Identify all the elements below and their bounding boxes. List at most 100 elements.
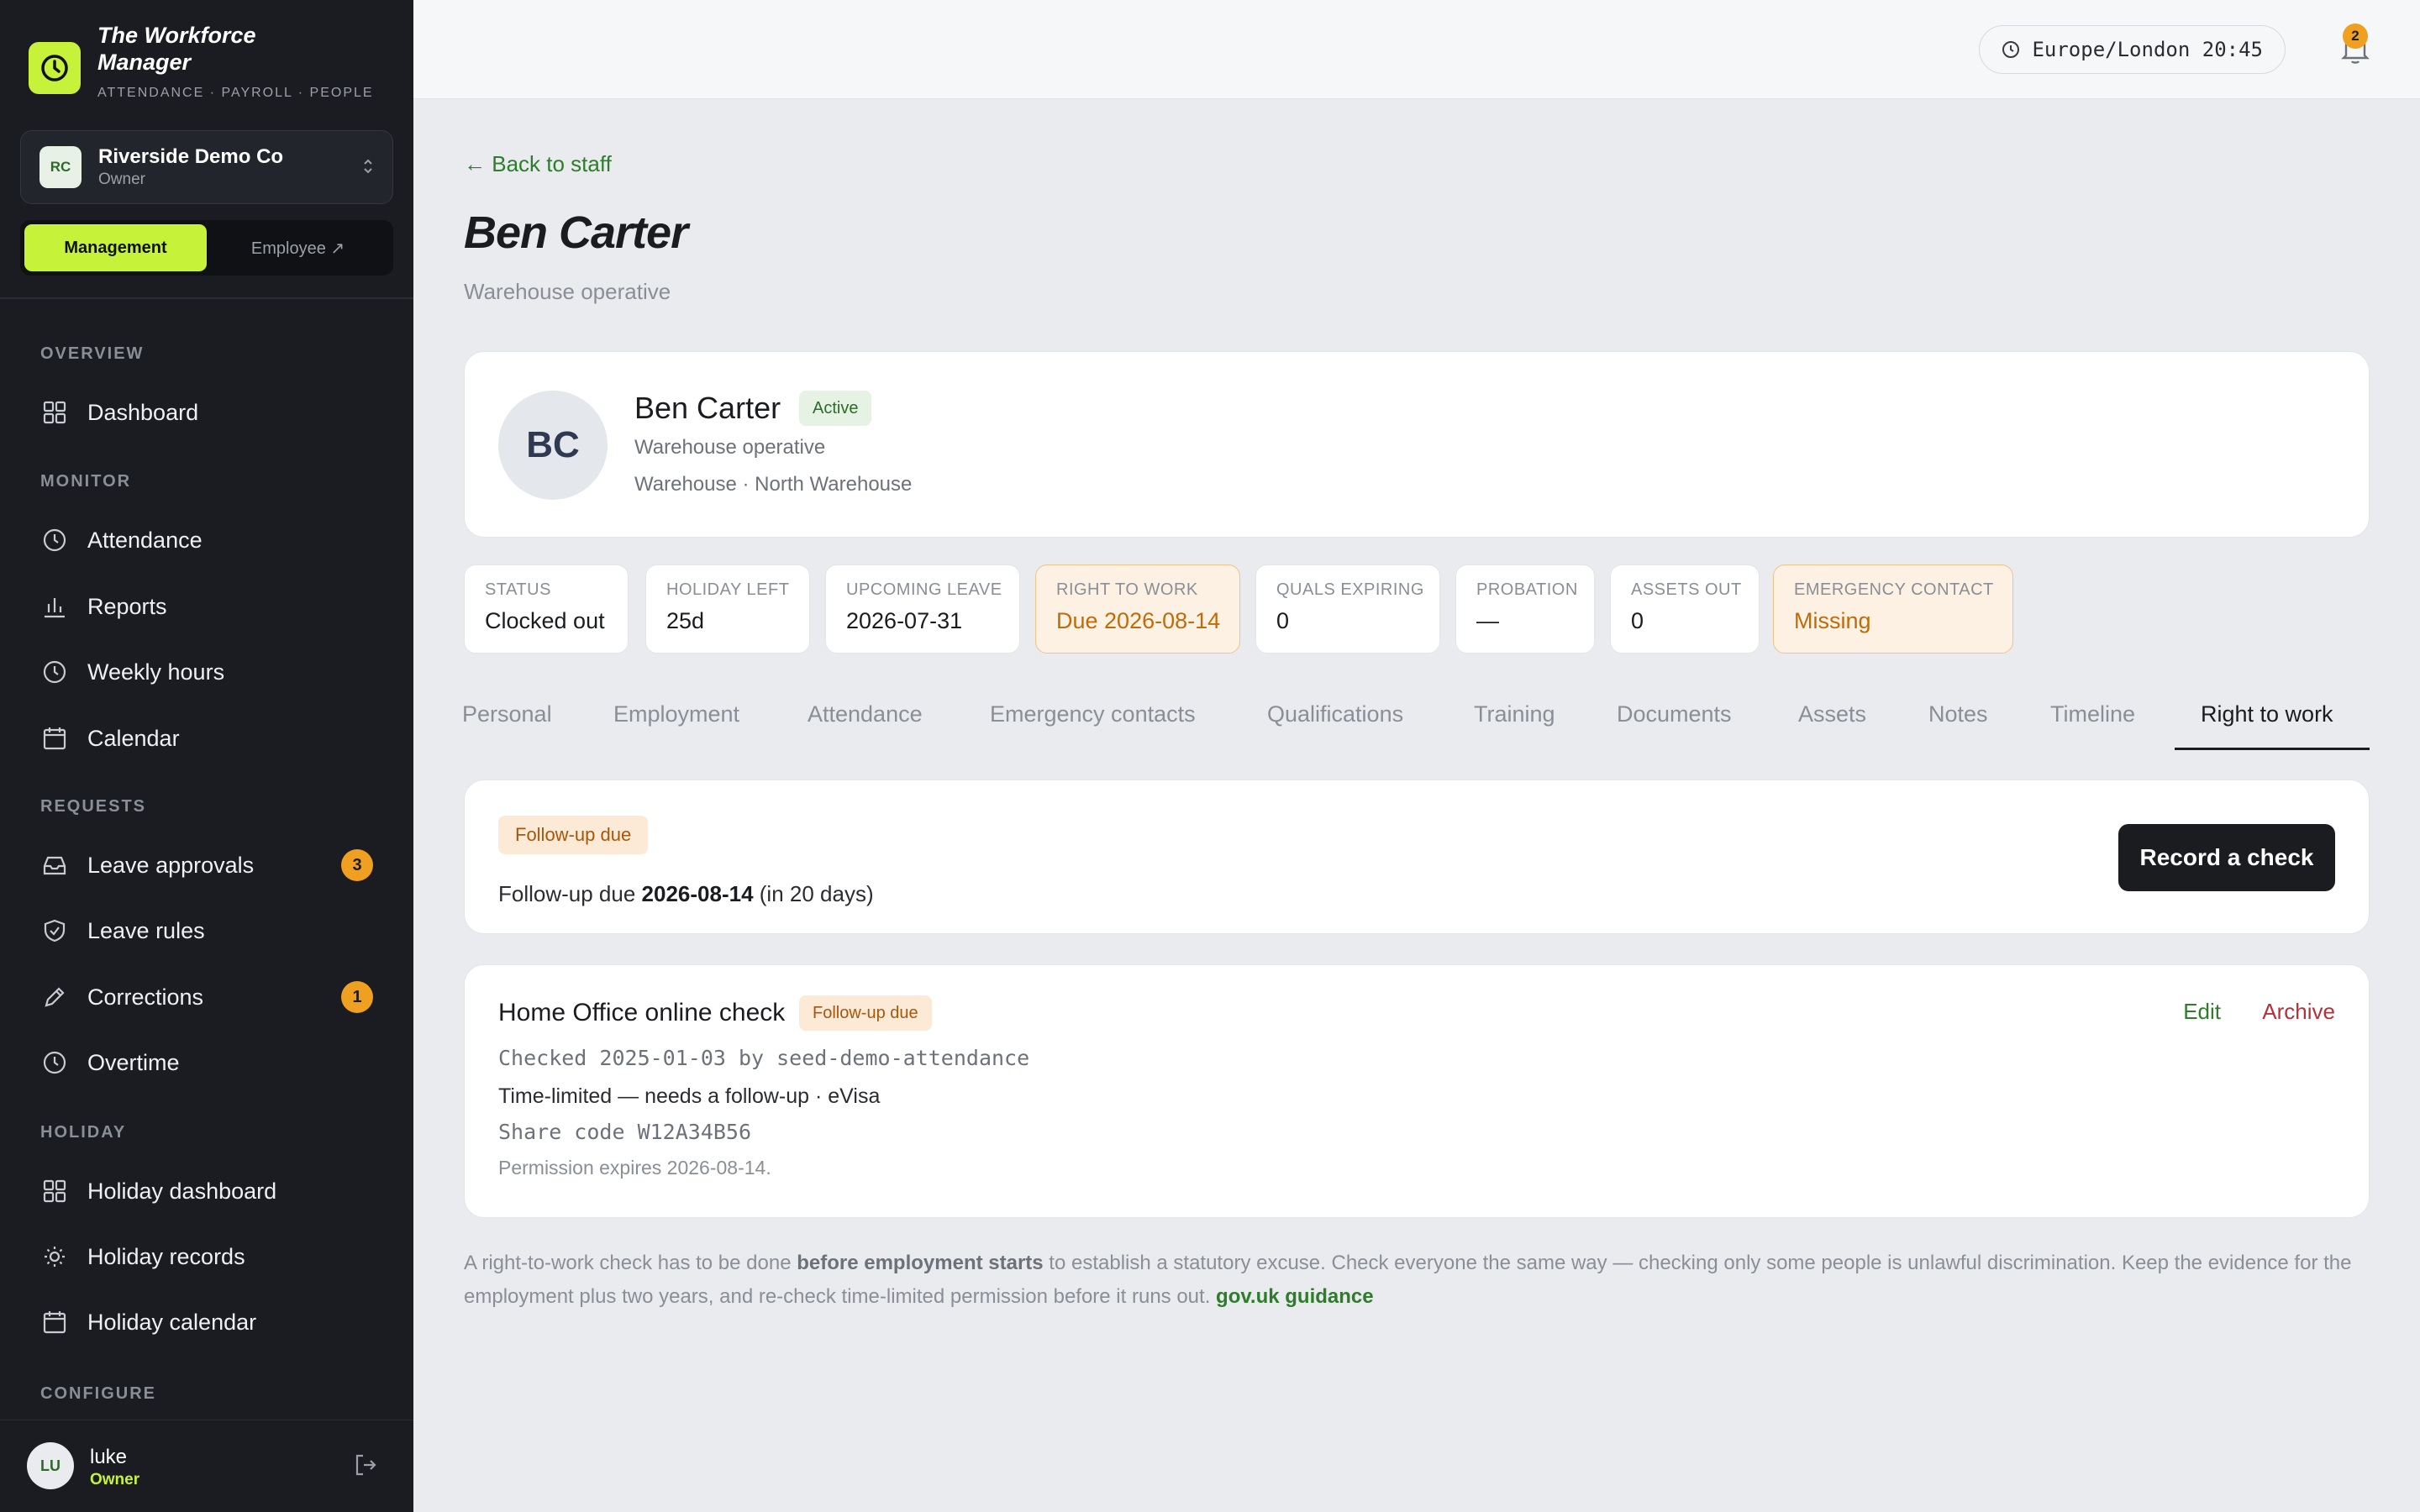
- tab-employment[interactable]: Employment: [613, 694, 739, 749]
- bar-chart-icon: [40, 592, 69, 621]
- clock-icon: [40, 1048, 69, 1077]
- followup-card: Follow-up due Follow-up due 2026-08-14 (…: [464, 780, 2370, 934]
- logout-icon[interactable]: [353, 1452, 378, 1482]
- page-subtitle: Warehouse operative: [464, 279, 671, 304]
- followup-text: Follow-up due 2026-08-14 (in 20 days): [498, 881, 874, 907]
- nav-overtime[interactable]: Overtime: [20, 1035, 393, 1090]
- stat-upcoming-leave: UPCOMING LEAVE 2026-07-31: [825, 564, 1020, 654]
- tab-training[interactable]: Training: [1474, 694, 1555, 749]
- nav-label: Corrections: [87, 984, 204, 1010]
- count-badge: 1: [341, 981, 373, 1013]
- grid-icon: [40, 1177, 69, 1205]
- nav-holiday-records[interactable]: Holiday records: [20, 1229, 393, 1284]
- nav-label: Weekly hours: [87, 659, 225, 685]
- stat-value: Clocked out: [485, 608, 605, 633]
- status-badge: Active: [799, 391, 872, 426]
- nav-corrections[interactable]: Corrections 1: [20, 969, 393, 1025]
- divider: [0, 297, 413, 299]
- profile-role: Warehouse operative: [634, 436, 826, 459]
- org-switcher[interactable]: RC Riverside Demo Co Owner: [20, 130, 393, 204]
- nav-leave-rules[interactable]: Leave rules: [20, 903, 393, 958]
- avatar[interactable]: LU: [27, 1442, 74, 1489]
- nav-leave-approvals[interactable]: Leave approvals 3: [20, 837, 393, 893]
- org-name: Riverside Demo Co: [98, 145, 284, 168]
- nav-attendance[interactable]: Attendance: [20, 512, 393, 568]
- nav-label: Overtime: [87, 1049, 180, 1075]
- clock-icon: [40, 658, 69, 686]
- inbox-icon: [40, 851, 69, 879]
- tab-qualifications[interactable]: Qualifications: [1267, 694, 1403, 749]
- stat-right-to-work: RIGHT TO WORK Due 2026-08-14: [1035, 564, 1240, 654]
- brand-tagline: ATTENDANCE · PAYROLL · PEOPLE: [97, 86, 374, 100]
- check-status-badge: Follow-up due: [799, 995, 932, 1031]
- archive-link[interactable]: Archive: [2262, 999, 2335, 1025]
- tab-timeline[interactable]: Timeline: [2050, 694, 2135, 749]
- user-role: Owner: [90, 1471, 140, 1488]
- chevron-updown-icon: [362, 156, 374, 181]
- stat-label: PROBATION: [1476, 580, 1578, 599]
- stat-value: —: [1476, 608, 1499, 633]
- nav-label: Leave rules: [87, 917, 205, 943]
- active-tab-indicator: [2175, 748, 2370, 750]
- nav-label: Reports: [87, 593, 167, 619]
- stat-value: Due 2026-08-14: [1056, 608, 1221, 633]
- section-overview: OVERVIEW: [40, 344, 145, 363]
- user-name: luke: [90, 1446, 128, 1468]
- calendar-icon: [40, 1308, 69, 1336]
- stat-emergency-contact: EMERGENCY CONTACT Missing: [1773, 564, 2013, 654]
- section-requests: REQUESTS: [40, 797, 147, 816]
- nav-label: Holiday calendar: [87, 1309, 257, 1335]
- stat-assets-out: ASSETS OUT 0: [1610, 564, 1760, 654]
- management-mode-button[interactable]: Management: [24, 224, 207, 271]
- nav-weekly-hours[interactable]: Weekly hours: [20, 644, 393, 700]
- section-configure: CONFIGURE: [40, 1384, 156, 1403]
- stat-label: RIGHT TO WORK: [1056, 580, 1198, 599]
- brand[interactable]: The Workforce Manager ATTENDANCE · PAYRO…: [29, 22, 374, 101]
- pencil-icon: [40, 983, 69, 1011]
- tab-attendance[interactable]: Attendance: [808, 694, 923, 749]
- nav-holiday-calendar[interactable]: Holiday calendar: [20, 1294, 393, 1350]
- timezone-pill[interactable]: Europe/London 20:45: [1979, 25, 2286, 74]
- employee-mode-button[interactable]: Employee ↗: [207, 224, 389, 271]
- stat-quals-expiring: QUALS EXPIRING 0: [1255, 564, 1440, 654]
- gov-uk-guidance-link[interactable]: gov.uk guidance: [1216, 1285, 1374, 1308]
- org-avatar: RC: [39, 146, 82, 188]
- back-to-staff-link[interactable]: ← Back to staff: [464, 151, 612, 177]
- followup-prefix: Follow-up due: [498, 881, 642, 906]
- avatar: BC: [498, 391, 608, 500]
- nav-dashboard[interactable]: Dashboard: [20, 385, 393, 440]
- tab-emergency-contacts[interactable]: Emergency contacts: [990, 694, 1196, 749]
- stat-label: ASSETS OUT: [1631, 580, 1742, 599]
- stat-value: 25d: [666, 608, 705, 633]
- timezone-text: Europe/London 20:45: [2032, 38, 2263, 61]
- stat-label: HOLIDAY LEFT: [666, 580, 790, 599]
- profile-tabs: Personal Employment Attendance Emergency…: [462, 694, 2370, 749]
- stat-value: 2026-07-31: [846, 608, 963, 633]
- tab-personal[interactable]: Personal: [462, 694, 552, 749]
- stat-probation: PROBATION —: [1455, 564, 1595, 654]
- tab-assets[interactable]: Assets: [1798, 694, 1866, 749]
- section-holiday: HOLIDAY: [40, 1123, 127, 1142]
- brand-name: The Workforce Manager: [97, 23, 256, 75]
- check-record-card: Home Office online check Follow-up due C…: [464, 964, 2370, 1218]
- profile-name: Ben Carter: [634, 391, 781, 425]
- sidebar: The Workforce Manager ATTENDANCE · PAYRO…: [0, 0, 413, 1512]
- clock-logo-icon: [29, 42, 81, 94]
- tab-right-to-work[interactable]: Right to work: [2201, 694, 2333, 749]
- nav-calendar[interactable]: Calendar: [20, 711, 393, 766]
- nav-holiday-dashboard[interactable]: Holiday dashboard: [20, 1163, 393, 1219]
- record-check-button[interactable]: Record a check: [2118, 824, 2335, 891]
- stat-label: STATUS: [485, 580, 551, 599]
- calendar-icon: [40, 724, 69, 753]
- stat-value: Missing: [1794, 608, 1871, 633]
- count-badge: 3: [341, 849, 373, 881]
- nav-reports[interactable]: Reports: [20, 579, 393, 634]
- nav-label: Holiday records: [87, 1243, 245, 1269]
- edit-link[interactable]: Edit: [2183, 999, 2221, 1025]
- followup-date: 2026-08-14: [641, 881, 754, 906]
- stat-value: 0: [1631, 608, 1644, 633]
- tab-documents[interactable]: Documents: [1617, 694, 1732, 749]
- tab-notes[interactable]: Notes: [1928, 694, 1988, 749]
- nav-label: Leave approvals: [87, 852, 255, 878]
- profile-location: Warehouse · North Warehouse: [634, 473, 913, 496]
